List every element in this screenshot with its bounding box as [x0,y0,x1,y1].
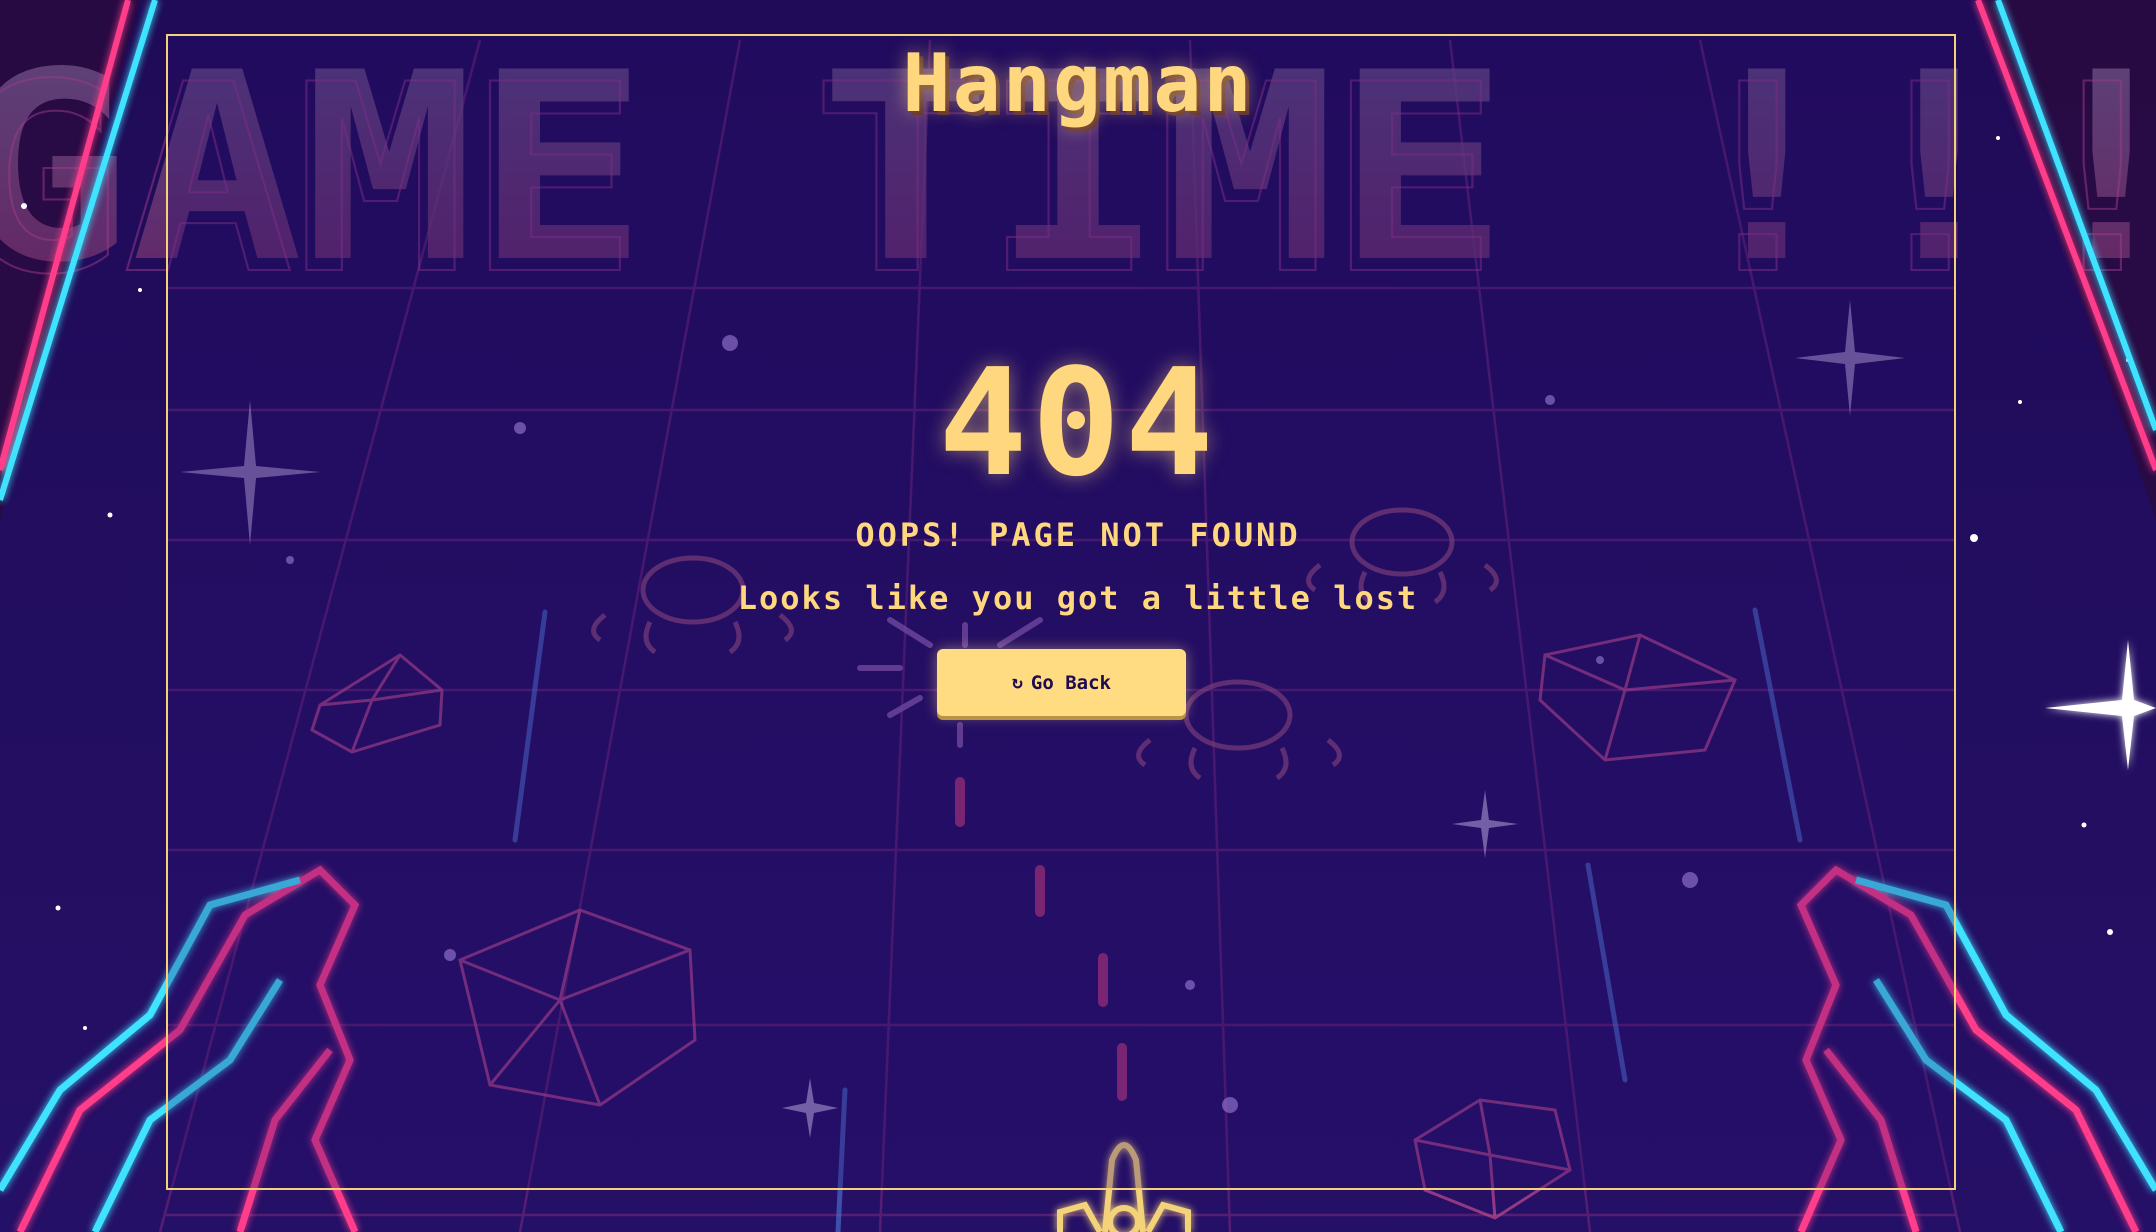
error-code: 404 [938,337,1218,509]
error-heading: OOPS! PAGE NOT FOUND [855,516,1301,554]
go-back-button[interactable]: ↻ Go Back [937,649,1186,716]
game-title: Hangman [902,37,1254,130]
go-back-label: Go Back [1030,671,1111,694]
error-message: Looks like you got a little lost [737,579,1419,617]
refresh-icon: ↻ [1012,671,1023,693]
